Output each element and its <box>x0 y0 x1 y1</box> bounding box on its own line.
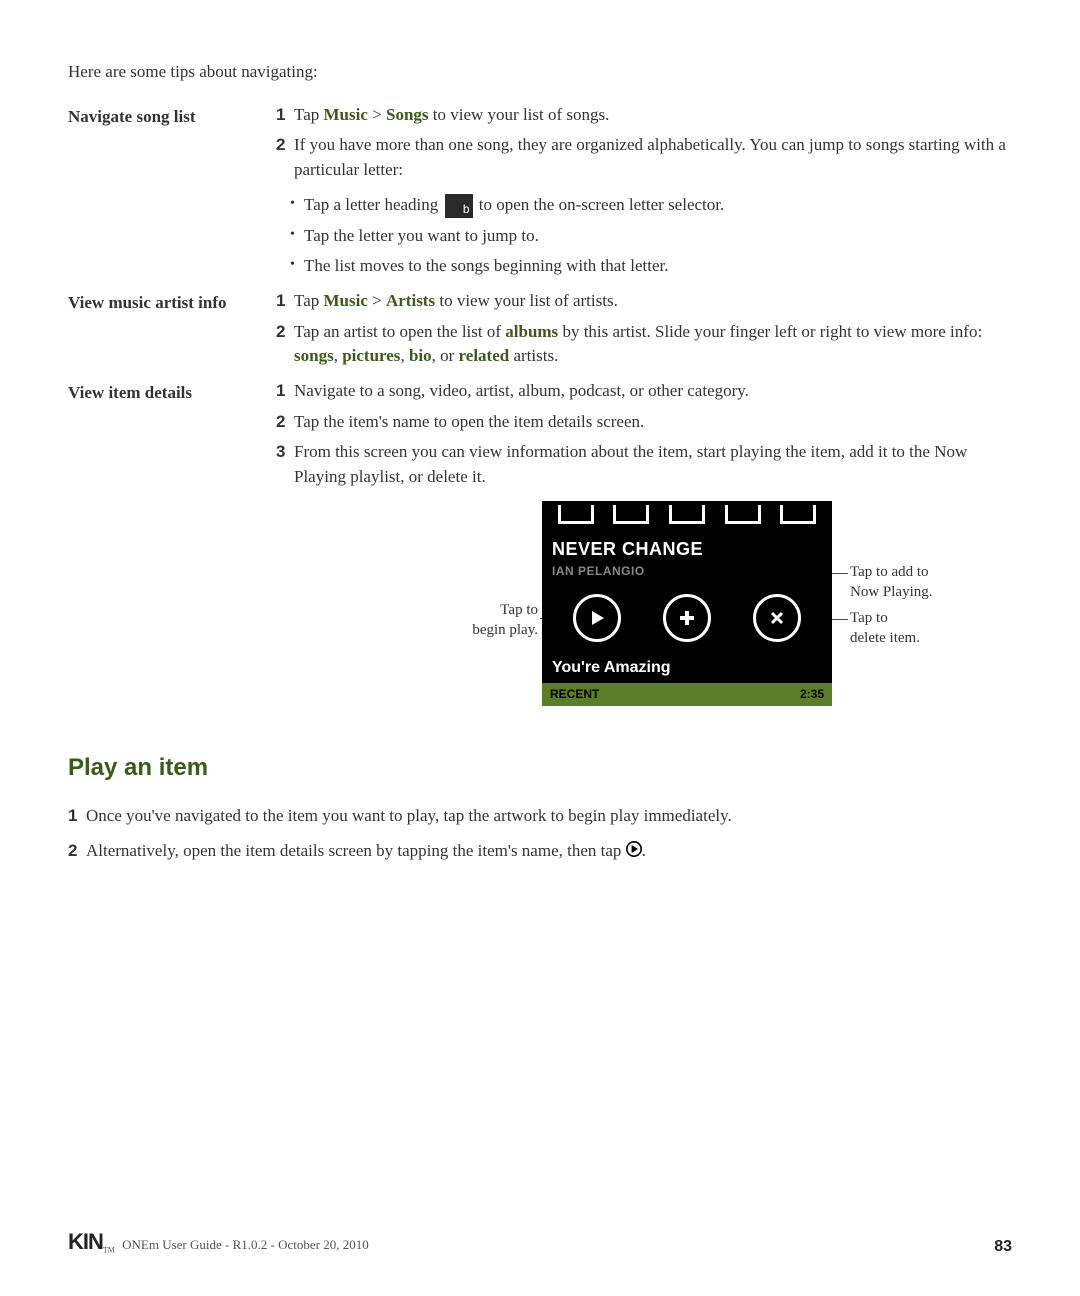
add-icon[interactable] <box>663 594 711 642</box>
bullet: • <box>290 224 304 249</box>
bullet: • <box>290 254 304 279</box>
step-text: Tap Music > Songs to view your list of s… <box>294 103 1012 128</box>
step-text: Once you've navigated to the item you wa… <box>86 804 1012 829</box>
letter-heading-icon: b <box>445 194 473 218</box>
row-content-details: 1 Navigate to a song, video, artist, alb… <box>276 379 1012 712</box>
device-decor <box>542 501 832 526</box>
bullet-text: The list moves to the songs beginning wi… <box>304 254 669 279</box>
step-number: 3 <box>276 440 294 489</box>
bullet-text: Tap a letter heading b to open the on-sc… <box>304 193 724 218</box>
play-icon-inline <box>626 840 642 865</box>
callout-play: Tap tobegin play. <box>432 601 538 640</box>
row-content-artist: 1 Tap Music > Artists to view your list … <box>276 289 1012 375</box>
row-label-artist: View music artist info <box>68 289 276 316</box>
play-icon[interactable] <box>573 594 621 642</box>
step-number: 2 <box>276 133 294 182</box>
step-text: Alternatively, open the item details scr… <box>86 839 1012 864</box>
callout-add: Tap to add toNow Playing. <box>850 563 980 602</box>
footer-text: ONEm User Guide - R1.0.2 - October 20, 2… <box>119 1237 369 1252</box>
step-text: Tap the item's name to open the item det… <box>294 410 1012 435</box>
term-songs: Songs <box>386 105 429 124</box>
intro-text: Here are some tips about navigating: <box>68 60 1012 85</box>
page-footer: KINTM ONEm User Guide - R1.0.2 - October… <box>68 1226 1012 1258</box>
step-number: 2 <box>68 839 86 864</box>
kin-logo: KINTM <box>68 1226 115 1258</box>
device-screenshot: NEVER CHANGE IAN PELANGIO You're Amazing… <box>542 501 832 706</box>
bullet: • <box>290 193 304 218</box>
term-bio: bio <box>409 346 432 365</box>
step-number: 1 <box>276 103 294 128</box>
row-artist: View music artist info 1 Tap Music > Art… <box>68 289 1012 375</box>
footer-left: KINTM ONEm User Guide - R1.0.2 - October… <box>68 1226 369 1258</box>
device-recent-label: RECENT <box>550 686 599 703</box>
term-related: related <box>459 346 510 365</box>
row-details: View item details 1 Navigate to a song, … <box>68 379 1012 712</box>
term-pictures: pictures <box>342 346 400 365</box>
step-text: If you have more than one song, they are… <box>294 133 1012 182</box>
device-song-title: NEVER CHANGE <box>542 526 832 562</box>
page-number: 83 <box>994 1235 1012 1258</box>
term-albums: albums <box>505 322 558 341</box>
step-text: Tap Music > Artists to view your list of… <box>294 289 1012 314</box>
step-number: 2 <box>276 410 294 435</box>
term-artists: Artists <box>386 291 435 310</box>
step-text: Navigate to a song, video, artist, album… <box>294 379 1012 404</box>
step-number: 2 <box>276 320 294 369</box>
row-label-details: View item details <box>68 379 276 406</box>
row-navigate: Navigate song list 1 Tap Music > Songs t… <box>68 103 1012 285</box>
step-text: From this screen you can view informatio… <box>294 440 1012 489</box>
bullet-text: Tap the letter you want to jump to. <box>304 224 539 249</box>
term-songs: songs <box>294 346 334 365</box>
row-content-navigate: 1 Tap Music > Songs to view your list of… <box>276 103 1012 285</box>
step-number: 1 <box>68 804 86 829</box>
term-music: Music <box>324 291 368 310</box>
device-next-title: You're Amazing <box>542 652 832 683</box>
term-music: Music <box>324 105 368 124</box>
callout-delete: Tap todelete item. <box>850 609 980 648</box>
step-text: Tap an artist to open the list of albums… <box>294 320 1012 369</box>
play-section-list: 1 Once you've navigated to the item you … <box>68 804 1012 864</box>
delete-icon[interactable] <box>753 594 801 642</box>
step-number: 1 <box>276 289 294 314</box>
step-number: 1 <box>276 379 294 404</box>
device-figure: Tap tobegin play. Tap to add toNow Playi… <box>434 501 854 711</box>
device-footer-bar: RECENT 2:35 <box>542 683 832 706</box>
device-artist: IAN PELANGIO <box>542 563 832 590</box>
row-label-navigate: Navigate song list <box>68 103 276 130</box>
device-duration: 2:35 <box>800 686 824 703</box>
section-title-play: Play an item <box>68 751 1012 786</box>
